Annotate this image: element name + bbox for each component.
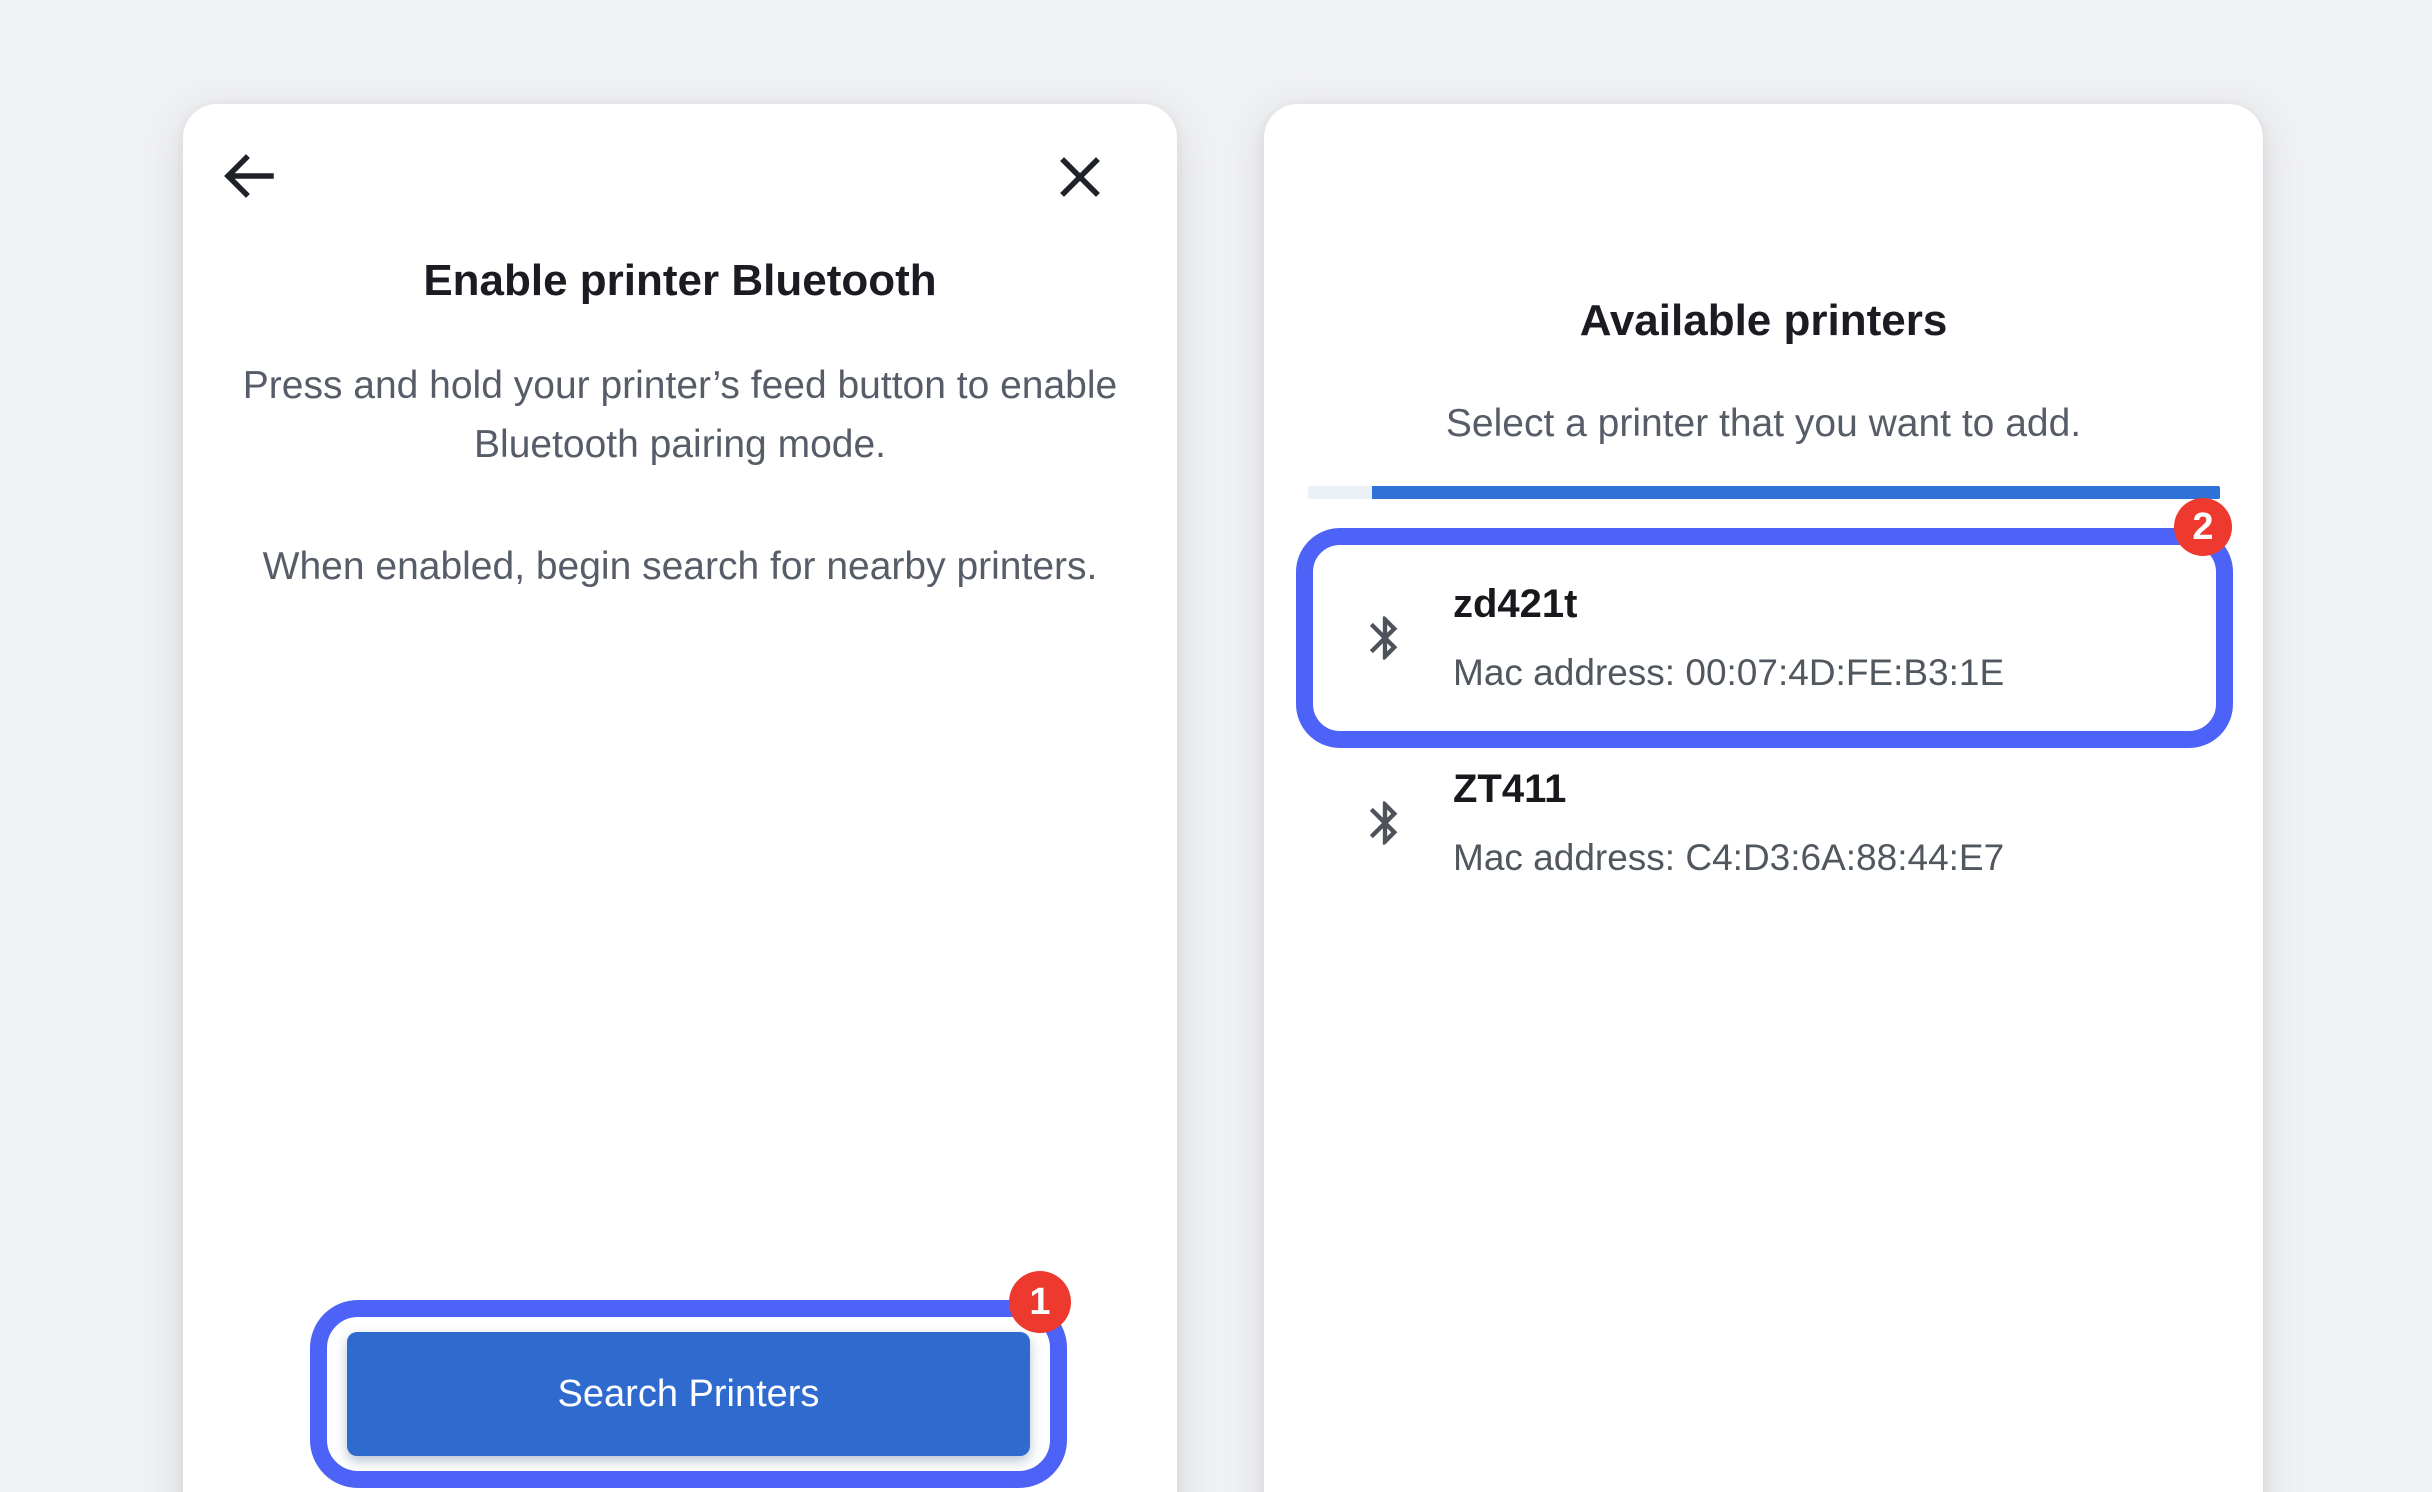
progress-fill xyxy=(1372,486,2220,499)
close-button[interactable] xyxy=(1059,156,1101,198)
highlight-outline-step1: Search Printers xyxy=(310,1300,1067,1488)
bluetooth-icon xyxy=(1359,797,1411,849)
printer-mac-address: Mac address: 00:07:4D:FE:B3:1E xyxy=(1453,650,2004,696)
page-title: Enable printer Bluetooth xyxy=(183,254,1177,308)
printer-item-zd421t[interactable]: zd421t Mac address: 00:07:4D:FE:B3:1E xyxy=(1313,545,2214,731)
printer-name: ZT411 xyxy=(1453,765,2004,813)
page-title: Available printers xyxy=(1264,294,2263,348)
bluetooth-icon xyxy=(1359,612,1411,664)
close-x-icon xyxy=(1059,186,1101,201)
search-printers-button[interactable]: Search Printers xyxy=(347,1332,1030,1456)
available-printers-screen: Available printers Select a printer that… xyxy=(1264,104,2263,1492)
progress-bar xyxy=(1308,486,2220,499)
step-badge-1: 1 xyxy=(1009,1271,1071,1333)
printer-item-zt411[interactable]: ZT411 Mac address: C4:D3:6A:88:44:E7 xyxy=(1313,728,2214,918)
instruction-text-1: Press and hold your printer’s feed butto… xyxy=(230,356,1130,474)
step-badge-2: 2 xyxy=(2174,498,2232,556)
back-arrow-icon xyxy=(221,192,277,207)
printer-name: zd421t xyxy=(1453,580,2004,628)
instruction-text-2: When enabled, begin search for nearby pr… xyxy=(183,537,1177,596)
enable-bluetooth-screen: Enable printer Bluetooth Press and hold … xyxy=(183,104,1177,1492)
printer-setup-tutorial: Enable printer Bluetooth Press and hold … xyxy=(0,0,2432,1492)
back-button[interactable] xyxy=(221,148,277,204)
subtitle-text: Select a printer that you want to add. xyxy=(1264,400,2263,448)
printer-mac-address: Mac address: C4:D3:6A:88:44:E7 xyxy=(1453,835,2004,881)
